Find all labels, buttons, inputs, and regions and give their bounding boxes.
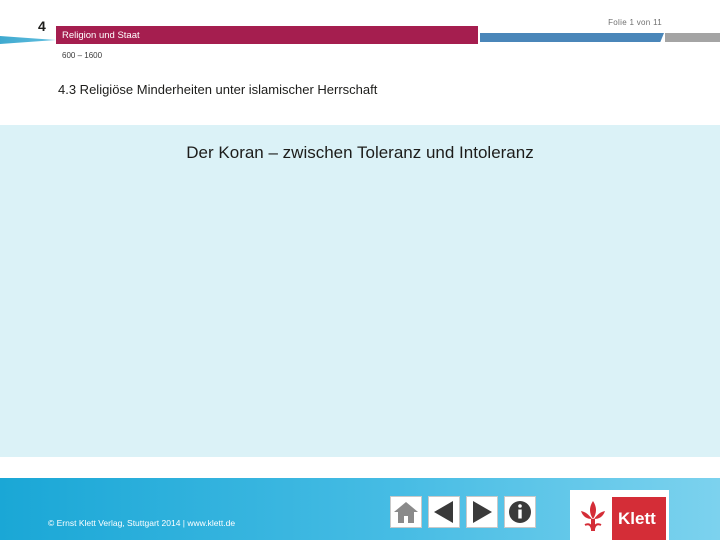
header-grey-band: [665, 33, 720, 42]
next-arrow-icon: [473, 501, 492, 523]
section-heading: 4.3 Religiöse Minderheiten unter islamis…: [58, 82, 378, 97]
chapter-number: 4: [38, 18, 46, 34]
header-blue-band: [480, 33, 664, 42]
home-icon: [394, 502, 418, 523]
copyright-text: © Ernst Klett Verlag, Stuttgart 2014 | w…: [48, 518, 236, 528]
header-accent-stripe: [0, 36, 56, 44]
previous-slide-button[interactable]: [428, 496, 460, 528]
info-button[interactable]: [504, 496, 536, 528]
info-icon: [509, 501, 531, 523]
content-area: [0, 125, 720, 457]
period-label: 600 – 1600: [62, 51, 103, 60]
slide-title: Der Koran – zwischen Toleranz und Intole…: [186, 143, 534, 162]
klett-fleur-logo-icon: [581, 501, 605, 531]
klett-logo-text: Klett: [618, 509, 656, 528]
slide-counter: Folie 1 von 11: [608, 18, 662, 27]
home-button[interactable]: [390, 496, 422, 528]
next-slide-button[interactable]: [466, 496, 498, 528]
chapter-title: Religion und Staat: [62, 30, 140, 41]
previous-arrow-icon: [434, 501, 453, 523]
